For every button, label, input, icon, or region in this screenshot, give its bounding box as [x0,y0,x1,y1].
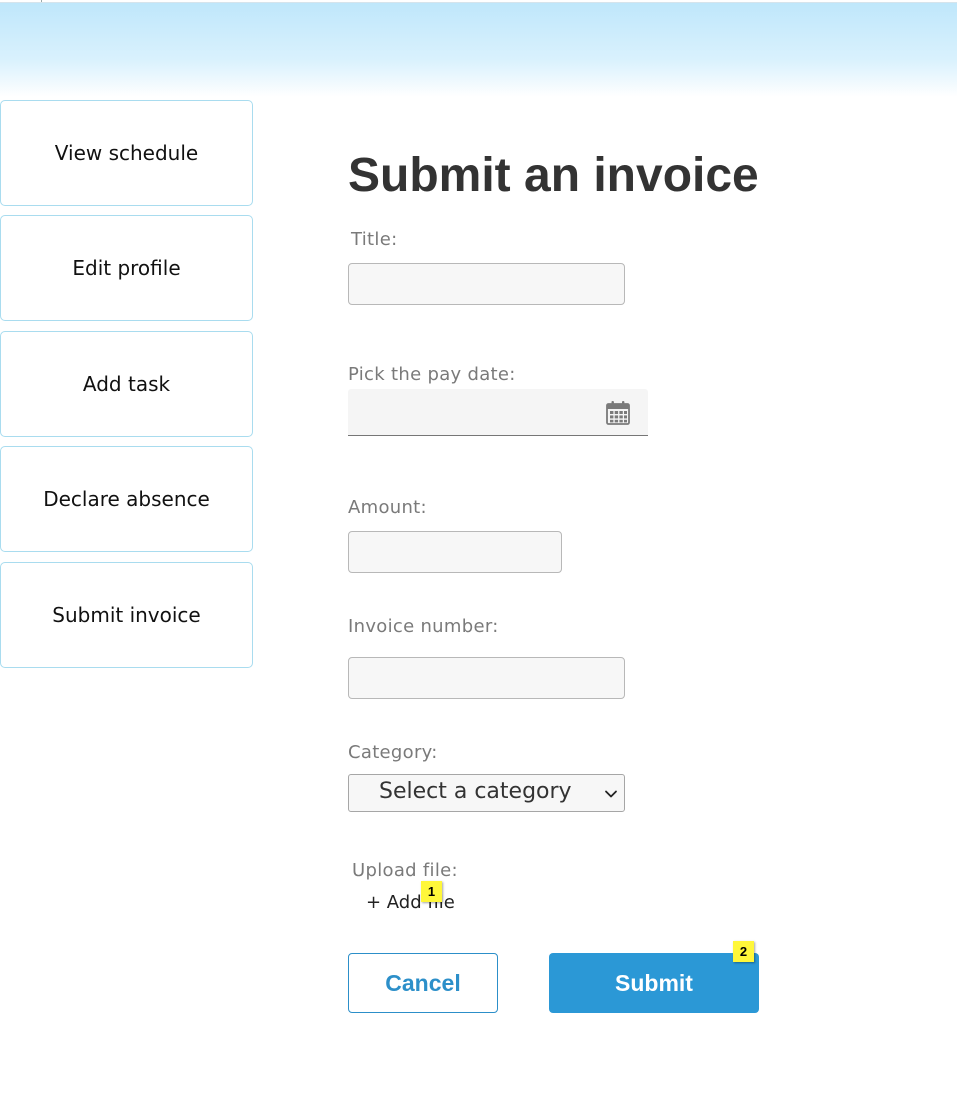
invoice-number-label: Invoice number: [348,616,499,637]
amount-label: Amount: [348,497,427,518]
header-banner [0,2,957,97]
sidebar-item-view-schedule[interactable]: View schedule [0,100,253,206]
category-selected-value: Select a category [379,779,572,804]
title-label: Title: [351,229,398,250]
upload-file-label: Upload file: [352,860,458,881]
sidebar-item-label: View schedule [54,141,199,165]
title-input[interactable] [348,263,625,305]
sidebar-item-label: Declare absence [43,487,210,511]
sidebar-item-label: Edit profile [72,256,181,280]
sidebar-item-edit-profile[interactable]: Edit profile [0,215,253,321]
pay-date-field[interactable] [348,389,648,436]
page-title: Submit an invoice [348,149,759,202]
submit-button[interactable]: Submit [549,953,759,1013]
marker-badge-1: 1 [421,881,442,902]
sidebar-item-add-task[interactable]: Add task [0,331,253,437]
sidebar-item-label: Submit invoice [52,603,201,627]
sidebar-item-submit-invoice[interactable]: Submit invoice [0,562,253,668]
sidebar-item-declare-absence[interactable]: Declare absence [0,446,253,552]
calendar-icon[interactable] [605,400,631,426]
sidebar-item-label: Add task [82,372,171,396]
category-select[interactable]: Select a category [348,774,625,812]
marker-badge-2: 2 [733,941,754,962]
cancel-button[interactable]: Cancel [348,953,498,1013]
invoice-number-input[interactable] [348,657,625,699]
category-label: Category: [348,742,438,763]
chevron-down-icon [605,790,617,798]
pay-date-input[interactable] [348,389,598,435]
amount-input[interactable] [348,531,562,573]
pay-date-label: Pick the pay date: [348,364,516,385]
